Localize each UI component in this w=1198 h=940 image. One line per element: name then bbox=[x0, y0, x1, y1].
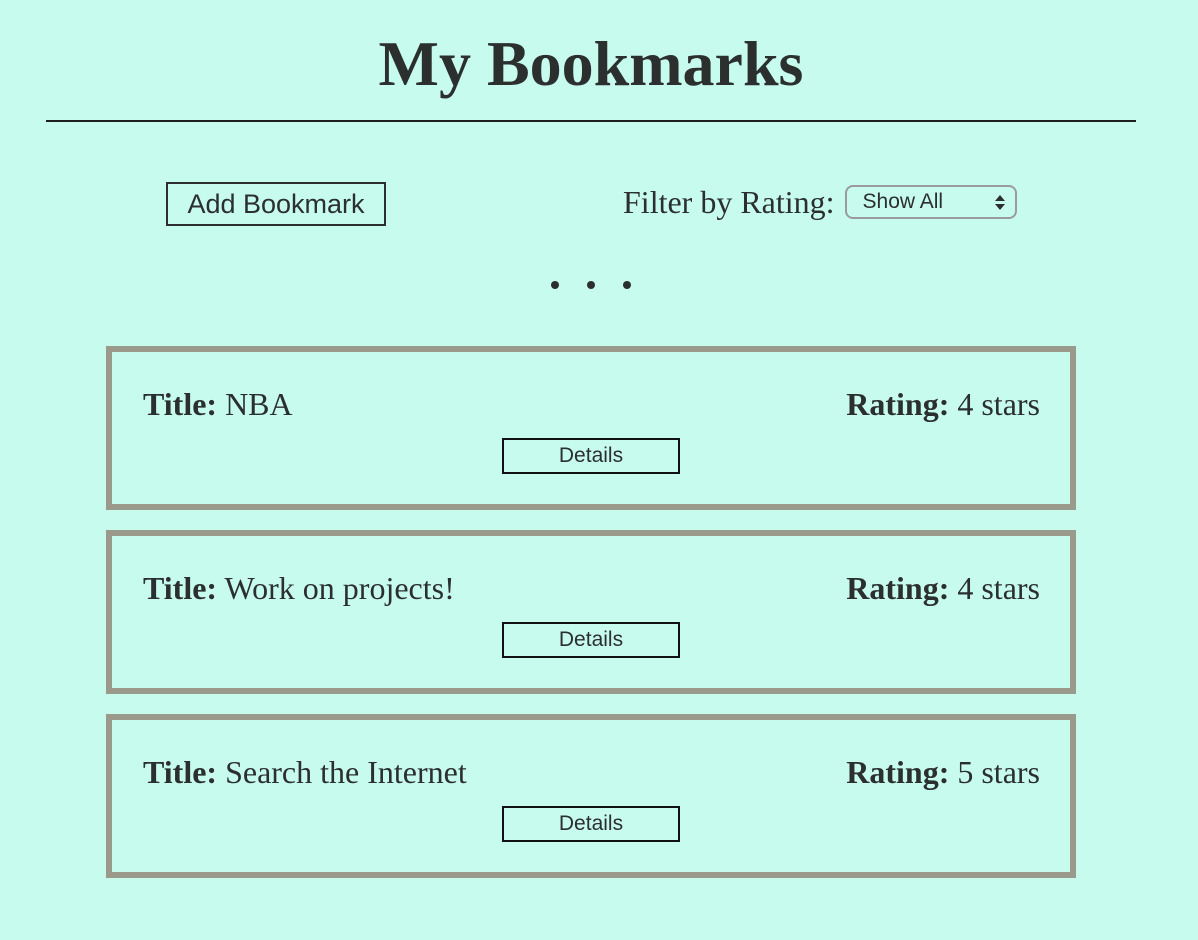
rating-value: 4 stars bbox=[957, 386, 1040, 422]
rating-key: Rating: bbox=[846, 386, 950, 422]
details-button[interactable]: Details bbox=[502, 622, 680, 658]
bookmark-list: Title: NBA Rating: 4 stars Details Title… bbox=[106, 346, 1076, 898]
title-key: Title: bbox=[143, 386, 218, 422]
rating-filter: Filter by Rating: Show All bbox=[623, 182, 1017, 222]
bookmark-rating: Rating: 5 stars bbox=[846, 750, 1040, 794]
title-key: Title: bbox=[143, 754, 218, 790]
select-arrows-icon bbox=[994, 194, 1005, 210]
bookmark-card: Title: NBA Rating: 4 stars Details bbox=[106, 346, 1076, 510]
rating-filter-select[interactable]: Show All bbox=[844, 185, 1017, 219]
rating-value: 4 stars bbox=[957, 570, 1040, 606]
bookmark-rating: Rating: 4 stars bbox=[846, 382, 1040, 426]
bookmark-rating: Rating: 4 stars bbox=[846, 566, 1040, 610]
bookmark-card: Title: Work on projects! Rating: 4 stars… bbox=[106, 530, 1076, 694]
title-key: Title: bbox=[143, 570, 218, 606]
bookmark-card: Title: Search the Internet Rating: 5 sta… bbox=[106, 714, 1076, 878]
title-divider bbox=[46, 120, 1136, 122]
filter-label: Filter by Rating: bbox=[623, 183, 835, 220]
filter-selected-value: Show All bbox=[862, 190, 944, 213]
rating-key: Rating: bbox=[846, 570, 950, 606]
details-button[interactable]: Details bbox=[502, 438, 680, 474]
page-title: My Bookmarks bbox=[378, 28, 804, 99]
rating-key: Rating: bbox=[846, 754, 950, 790]
add-bookmark-button[interactable]: Add Bookmark bbox=[166, 182, 386, 226]
details-button[interactable]: Details bbox=[502, 806, 680, 842]
ellipsis-icon bbox=[0, 270, 1182, 300]
bookmark-title: Title: Work on projects! bbox=[143, 566, 455, 610]
bookmark-title: Title: Search the Internet bbox=[143, 750, 467, 794]
title-value: Work on projects! bbox=[224, 570, 455, 606]
title-value: NBA bbox=[225, 386, 293, 422]
rating-value: 5 stars bbox=[957, 754, 1040, 790]
title-value: Search the Internet bbox=[225, 754, 467, 790]
bookmark-title: Title: NBA bbox=[143, 382, 293, 426]
